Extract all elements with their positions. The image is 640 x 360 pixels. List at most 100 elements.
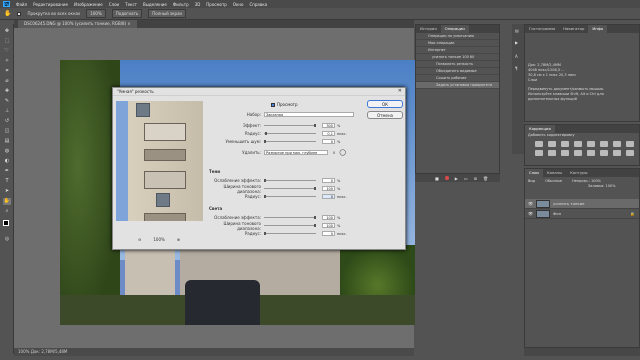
menu-layers[interactable]: Слои [109, 2, 119, 7]
tab-paths[interactable]: Контуры [566, 169, 591, 177]
radius-input[interactable]: 0,1 [322, 131, 335, 136]
cancel-button[interactable]: Отмена [367, 111, 403, 119]
preset-select[interactable]: Заказная [264, 112, 354, 117]
shadows-tonal-input[interactable]: 100 [322, 186, 335, 191]
menu-help[interactable]: Справка [249, 2, 267, 7]
action-item[interactable]: Сошить рабочие [416, 75, 499, 82]
eye-icon[interactable]: 👁 [528, 201, 533, 206]
pen-tool-icon[interactable]: ✒ [3, 168, 11, 175]
move-tool-icon[interactable]: ✥ [3, 28, 11, 35]
shadows-radius-knob[interactable] [264, 195, 266, 198]
selective-color-icon[interactable] [626, 150, 634, 156]
effect-slider[interactable] [264, 124, 316, 127]
paragraph-dock-icon[interactable]: ¶ [515, 66, 518, 71]
history-brush-icon[interactable]: ↺ [3, 118, 11, 125]
effect-input[interactable]: 300 [322, 123, 335, 128]
tab-navigator[interactable]: Навигатор [559, 25, 588, 33]
shadows-radius-input[interactable]: 0 [322, 194, 335, 199]
healing-brush-icon[interactable]: ✚ [3, 88, 11, 95]
layer-fill[interactable]: Заливка: 100% [585, 184, 639, 189]
record-icon[interactable] [444, 176, 449, 180]
scrub-all-checkbox[interactable] [17, 11, 22, 16]
action-item-selected[interactable]: Задать установки приоритета [416, 82, 499, 89]
exposure-icon[interactable] [574, 141, 582, 147]
angle-dial-icon[interactable]: ◯ [339, 149, 346, 156]
shadows-title[interactable]: Тени [209, 169, 220, 174]
highlights-radius-slider[interactable] [264, 232, 316, 235]
brightness-icon[interactable] [535, 141, 543, 147]
action-item[interactable]: Интернет [416, 47, 499, 54]
gradient-map-icon[interactable] [613, 150, 621, 156]
tab-info[interactable]: Инфо [588, 25, 608, 33]
highlights-fade-knob[interactable] [314, 216, 316, 219]
new-action-icon[interactable]: ⊞ [474, 176, 477, 181]
tab-channels[interactable]: Каналы [543, 169, 566, 177]
crop-tool-icon[interactable]: ⌗ [3, 68, 11, 75]
shadows-tonal-slider[interactable] [264, 187, 316, 190]
tab-layers[interactable]: Слои [525, 169, 543, 177]
angle-input[interactable]: 0 [333, 151, 335, 155]
bw-icon[interactable] [626, 141, 634, 147]
play-dock-icon[interactable]: ▶ [515, 40, 518, 45]
zoom-in-icon[interactable]: ⊕ [177, 237, 180, 242]
highlights-tonal-input[interactable]: 100 [322, 223, 335, 228]
lasso-tool-icon[interactable]: ➰ [3, 48, 11, 55]
effect-slider-knob[interactable] [314, 124, 316, 127]
tab-adjustments[interactable]: Коррекция [525, 125, 555, 133]
action-item[interactable]: усилить тонкие 100 60 [416, 54, 499, 61]
history-dock-icon[interactable]: ▤ [515, 28, 519, 33]
layer-row-selected[interactable]: 👁 усилить тонкие [525, 199, 639, 209]
dodge-tool-icon[interactable]: ◐ [3, 158, 11, 165]
radius-slider-knob[interactable] [265, 132, 267, 135]
shadows-tonal-knob[interactable] [314, 187, 316, 190]
shadows-fade-slider[interactable] [264, 179, 316, 182]
highlights-fade-slider[interactable] [264, 216, 316, 219]
vibrance-icon[interactable] [587, 141, 595, 147]
remove-select[interactable]: Размытие при мал. глубине [264, 150, 328, 155]
action-item[interactable]: Объединить видимые [416, 68, 499, 75]
menu-filter[interactable]: Фильтр [173, 2, 189, 7]
foreground-color-swatch[interactable] [3, 220, 9, 226]
eye-icon[interactable]: 👁 [528, 211, 533, 216]
fill-screen-button[interactable]: Полный экран [148, 9, 187, 18]
menu-view[interactable]: Просмотр [206, 2, 227, 7]
quick-mask-icon[interactable]: ◎ [3, 236, 11, 243]
document-tab[interactable]: DSC06245.DNG @ 100% (усилить тонкие, RGB… [18, 20, 137, 28]
hand-icon[interactable]: ✋ [4, 10, 11, 17]
highlights-tonal-knob[interactable] [314, 224, 316, 227]
menu-text[interactable]: Текст [125, 2, 137, 7]
tab-histogram[interactable]: Гистограмма [525, 25, 559, 33]
layer-blend-select[interactable]: Обычные [545, 179, 562, 184]
layer-kind-select[interactable]: Вид [528, 179, 535, 184]
preview-checkbox[interactable] [271, 102, 275, 107]
lookup-icon[interactable] [561, 150, 569, 156]
noise-slider-knob[interactable] [264, 140, 266, 143]
layer-row[interactable]: 👁 Фон 🔒 [525, 209, 639, 219]
action-item[interactable]: Позволить резкость [416, 61, 499, 68]
menu-select[interactable]: Выделение [143, 2, 167, 7]
invert-icon[interactable] [574, 150, 582, 156]
ok-button[interactable]: ОК [367, 100, 403, 108]
curves-icon[interactable] [561, 141, 569, 147]
close-icon[interactable]: ✕ [398, 88, 402, 94]
path-select-icon[interactable]: ➤ [3, 188, 11, 195]
char-dock-icon[interactable]: A [515, 54, 518, 59]
hand-tool-icon[interactable]: ✋ [3, 198, 11, 205]
threshold-icon[interactable] [600, 150, 608, 156]
action-item[interactable]: Мои операции [416, 40, 499, 47]
zoom-out-icon[interactable]: ⊖ [138, 237, 141, 242]
stamp-tool-icon[interactable]: ⊥ [3, 108, 11, 115]
highlights-title[interactable]: Света [209, 206, 222, 211]
blur-tool-icon[interactable]: ◍ [3, 148, 11, 155]
new-set-icon[interactable]: ▭ [464, 176, 468, 181]
hue-icon[interactable] [600, 141, 608, 147]
gradient-icon[interactable]: ▤ [3, 138, 11, 145]
highlights-radius-knob[interactable] [264, 232, 266, 235]
highlights-tonal-slider[interactable] [264, 224, 316, 227]
menu-window[interactable]: Окно [233, 2, 244, 7]
shadows-radius-slider[interactable] [264, 195, 316, 198]
shadows-fade-knob[interactable] [264, 179, 266, 182]
zoom-tool-icon[interactable]: ⌕ [3, 208, 11, 215]
menu-3d[interactable]: 3D [195, 2, 201, 7]
stop-icon[interactable]: ■ [435, 176, 439, 181]
